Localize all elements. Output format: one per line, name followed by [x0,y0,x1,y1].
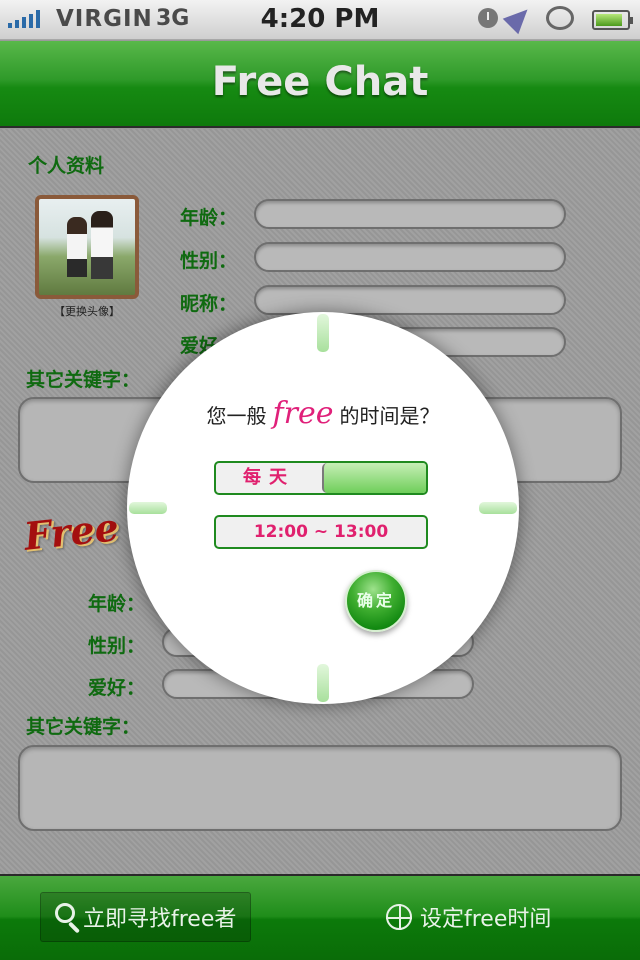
status-time: 4:20 PM [260,4,380,34]
other-keywords-label: 其它关键字： [26,369,141,391]
toggle-knob[interactable] [322,463,426,493]
free-other-keywords-label: 其它关键字： [26,716,141,738]
find-free-users-label: 立即寻找free者 [83,907,237,932]
dial-tick-bottom [317,664,329,702]
tab-bar: 立即寻找free者 设定free时间 [0,874,640,960]
confirm-button[interactable]: 确定 [345,570,407,632]
free-gender-label: 性别： [88,635,146,657]
dial-tick-left [129,502,167,514]
signal-icon [8,10,40,28]
free-age-label: 年龄： [88,593,146,615]
change-avatar-link[interactable]: 【更换头像】 [35,303,139,319]
frequency-toggle[interactable]: 每天 [214,461,428,495]
question-free-word: free [272,396,334,431]
age-label: 年龄： [180,207,238,229]
question-suffix: 的时间是？ [339,404,440,428]
free-other-keywords-input[interactable] [18,745,622,831]
status-bar: VIRGIN 3G 4:20 PM [0,0,640,40]
nickname-input[interactable] [254,285,566,315]
dialog-question: 您一般 free 的时间是？ [127,396,519,431]
question-prefix: 您一般 [206,404,267,428]
age-input[interactable] [254,199,566,229]
nickname-label: 昵称： [180,293,238,315]
carrier-name: VIRGIN [56,6,153,32]
nav-bar: Free Chat [0,41,640,128]
set-free-time-label: 设定free时间 [420,907,552,932]
free-time-dialog: 您一般 free 的时间是？ 每天 12:00 ~ 13:00 确定 [127,312,519,704]
avatar[interactable] [35,195,139,299]
dial-tick-top [317,314,329,352]
network-type: 3G [156,6,190,31]
alarm-icon [478,8,498,28]
crosshair-clock-icon [386,904,412,930]
battery-icon [592,10,633,30]
set-free-time-tab[interactable]: 设定free时间 [372,892,565,942]
profile-section-title: 个人资料 [28,155,105,177]
rotation-lock-icon [546,6,574,30]
free-logo: Free [21,504,121,559]
search-icon [55,903,75,923]
time-range-picker[interactable]: 12:00 ~ 13:00 [214,515,428,549]
free-hobby-label: 爱好： [88,677,146,699]
location-arrow-icon [502,1,536,35]
find-free-users-tab[interactable]: 立即寻找free者 [40,892,252,942]
dial-tick-right [479,502,517,514]
gender-input[interactable] [254,242,566,272]
gender-label: 性别： [180,250,238,272]
frequency-label: 每天 [243,467,295,488]
page-title: Free Chat [211,59,429,105]
